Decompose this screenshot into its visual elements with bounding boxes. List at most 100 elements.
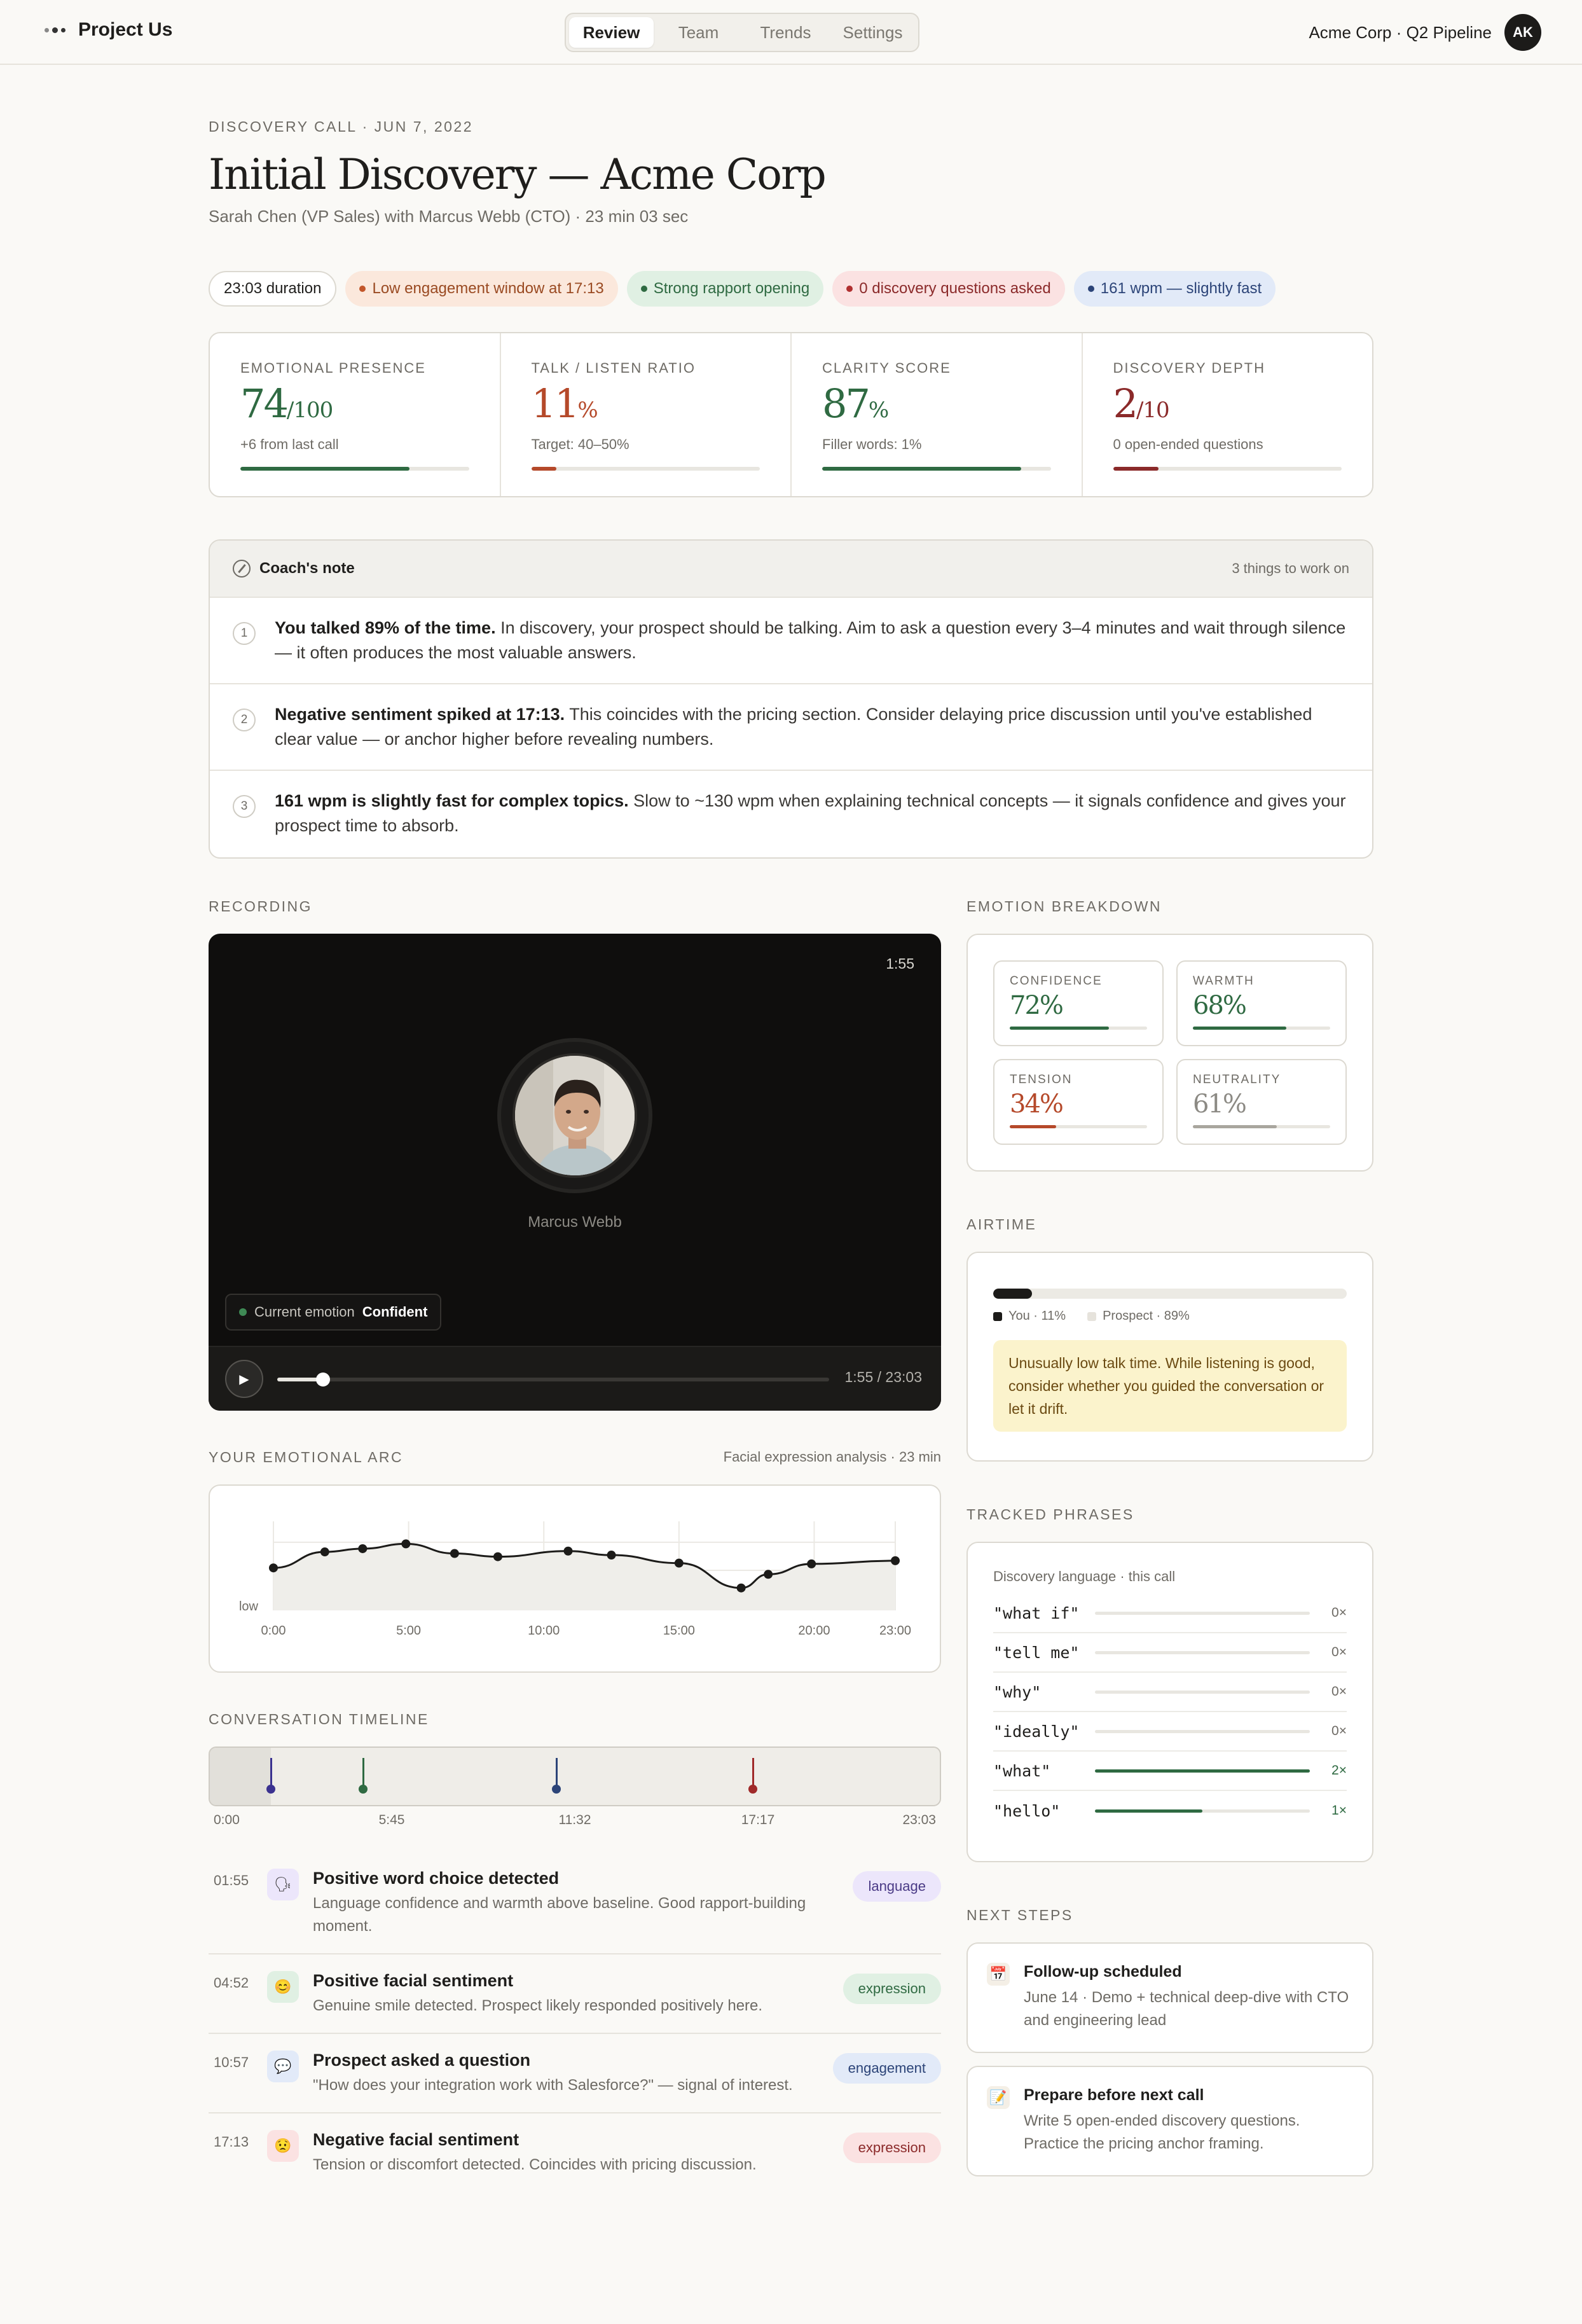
arc-point [401, 1539, 411, 1549]
airtime-legend: You · 11% Prospect · 89% [993, 1309, 1347, 1324]
app-logo[interactable]: Project Us [45, 19, 172, 41]
arc-area [273, 1544, 895, 1610]
phrase-row: "hello" 1× [993, 1791, 1347, 1830]
compass-icon [233, 560, 251, 578]
arc-point [450, 1549, 459, 1558]
timeline-marker[interactable] [359, 1758, 368, 1794]
memo-icon: 📝 [987, 2086, 1010, 2109]
x-tick-label: 10:00 [528, 1624, 560, 1638]
coach-tip: 3 161 wpm is slightly fast for complex t… [210, 771, 1372, 857]
arc-point [674, 1558, 684, 1568]
play-icon: ▶ [239, 1372, 249, 1387]
rapport-pill[interactable]: Strong rapport opening [626, 271, 824, 307]
chat-icon: 💬 [267, 2051, 299, 2082]
x-tick-label: 5:00 [396, 1624, 421, 1638]
player-time: 1:55 / 23:03 [844, 1369, 923, 1385]
emotional-arc-chart: 0:00 5:00 10:00 15:00 20:00 23:00 low [209, 1484, 941, 1673]
phrase-count: 0× [1331, 1605, 1347, 1620]
phrase-bar [1095, 1690, 1310, 1694]
phrase-text: "what" [993, 1761, 1051, 1780]
arc-point [320, 1547, 329, 1557]
emotion-breakdown: CONFIDENCE 72% WARMTH 68% TENSION 34% NE… [966, 934, 1373, 1172]
pipeline-breadcrumb[interactable]: Acme Corp · Q2 Pipeline [1309, 23, 1492, 43]
timeline-marker[interactable] [552, 1758, 561, 1794]
phrase-count: 0× [1331, 1645, 1347, 1659]
phrase-bar [1095, 1650, 1310, 1654]
logo-icon [45, 27, 65, 33]
user-avatar[interactable]: AK [1504, 14, 1541, 51]
seek-handle[interactable] [316, 1373, 331, 1387]
play-button[interactable]: ▶ [225, 1360, 263, 1398]
timeline-tick-label: 11:32 [558, 1813, 591, 1827]
status-dot-icon [359, 286, 366, 292]
y-axis-label: low [239, 1600, 259, 1614]
seek-bar[interactable] [277, 1373, 829, 1387]
tracked-phrases: Discovery language · this call "what if"… [966, 1542, 1373, 1862]
tab-review[interactable]: Review [569, 17, 654, 48]
airtime-warning: Unusually low talk time. While listening… [993, 1340, 1347, 1432]
arc-point [269, 1563, 278, 1573]
smile-icon: 😊 [267, 1971, 299, 2003]
arc-heading: YOUR EMOTIONAL ARC Facial expression anal… [209, 1448, 941, 1465]
phrase-text: "what if" [993, 1603, 1080, 1622]
arc-point [493, 1552, 502, 1561]
tab-trends[interactable]: Trends [743, 17, 828, 48]
summary-pills: 23:03 duration Low engagement window at … [209, 271, 1373, 307]
arc-point [563, 1546, 573, 1556]
next-steps-heading: NEXT STEPS [966, 1906, 1073, 1923]
emotion-heading: EMOTION BREAKDOWN [966, 897, 1162, 915]
phrase-row: "what if" 0× [993, 1594, 1347, 1633]
arc-point [607, 1551, 616, 1560]
account-area: Acme Corp · Q2 Pipeline AK [1309, 14, 1541, 51]
event-list: 01:55 🗣 Positive word choice detected Lan… [209, 1852, 941, 2192]
player-controls: ▶ 1:55 / 23:03 [209, 1346, 941, 1411]
phrase-row: "tell me" 0× [993, 1633, 1347, 1673]
app-name: Project Us [78, 19, 173, 40]
timeline-heading: CONVERSATION TIMELINE [209, 1710, 429, 1727]
next-step-item[interactable]: 📅 Follow-up scheduled June 14 · Demo + te… [966, 1942, 1373, 2053]
status-dot-icon [640, 286, 647, 292]
emotion-bar [1010, 1027, 1147, 1030]
arc-point [764, 1570, 773, 1579]
timeline-event[interactable]: 17:13 😟 Negative facial sentiment Tension… [209, 2113, 941, 2192]
top-bar: Project Us Review Team Trends Settings A… [0, 0, 1582, 65]
phrase-count: 1× [1331, 1803, 1347, 1818]
timeline-event[interactable]: 01:55 🗣 Positive word choice detected Lan… [209, 1852, 941, 1954]
metric-progress-bar [1113, 467, 1342, 471]
phrase-bar [1095, 1769, 1310, 1773]
emotion-bar [1193, 1027, 1330, 1030]
airtime-heading: AIRTIME [966, 1215, 1037, 1233]
timeline-marker[interactable] [266, 1758, 276, 1794]
emotion-card-confidence: CONFIDENCE 72% [993, 960, 1164, 1046]
participant-name: Marcus Webb [528, 1214, 622, 1231]
timeline-axis: 0:00 5:45 11:32 17:17 23:03 [209, 1813, 941, 1838]
metric-progress-bar [240, 467, 469, 471]
engagement-pill[interactable]: Low engagement window at 17:13 [345, 271, 618, 307]
emotion-dot-icon [239, 1308, 247, 1316]
phrase-bar [1095, 1729, 1310, 1733]
arc-caption: Facial expression analysis · 23 min [723, 1449, 941, 1465]
two-column-area: RECORDING 1:55 Marcus Webb Current emoti… [209, 897, 1373, 2192]
phrase-text: "hello" [993, 1801, 1061, 1820]
conversation-timeline[interactable] [209, 1746, 941, 1806]
timeline-event[interactable]: 04:52 😊 Positive facial sentiment Genuine… [209, 1954, 941, 2034]
pace-pill[interactable]: 161 wpm — slightly fast [1073, 271, 1276, 307]
next-step-item[interactable]: 📝 Prepare before next call Write 5 open-e… [966, 2066, 1373, 2176]
questions-pill[interactable]: 0 discovery questions asked [832, 271, 1065, 307]
phrase-bar [1095, 1809, 1310, 1813]
phrase-text: "ideally" [993, 1722, 1080, 1741]
phrase-count: 0× [1331, 1684, 1347, 1699]
phrase-text: "tell me" [993, 1643, 1080, 1662]
timeline-event[interactable]: 10:57 💬 Prospect asked a question "How do… [209, 2034, 941, 2113]
participant-portrait [501, 1042, 649, 1189]
tab-settings[interactable]: Settings [830, 17, 915, 48]
airtime-panel: You · 11% Prospect · 89% Unusually low t… [966, 1252, 1373, 1462]
coach-tip: 2 Negative sentiment spiked at 17:13. Th… [210, 684, 1372, 771]
timeline-marker[interactable] [748, 1758, 758, 1794]
metric-discovery-depth: DISCOVERY DEPTH 2/10 0 open-ended questi… [1083, 333, 1373, 496]
phrase-bar [1095, 1611, 1310, 1615]
video-player[interactable]: 1:55 Marcus Webb Current emotion Confide… [209, 934, 941, 1411]
phrase-row: "why" 0× [993, 1673, 1347, 1712]
tab-team[interactable]: Team [656, 17, 741, 48]
arc-point [807, 1559, 816, 1568]
